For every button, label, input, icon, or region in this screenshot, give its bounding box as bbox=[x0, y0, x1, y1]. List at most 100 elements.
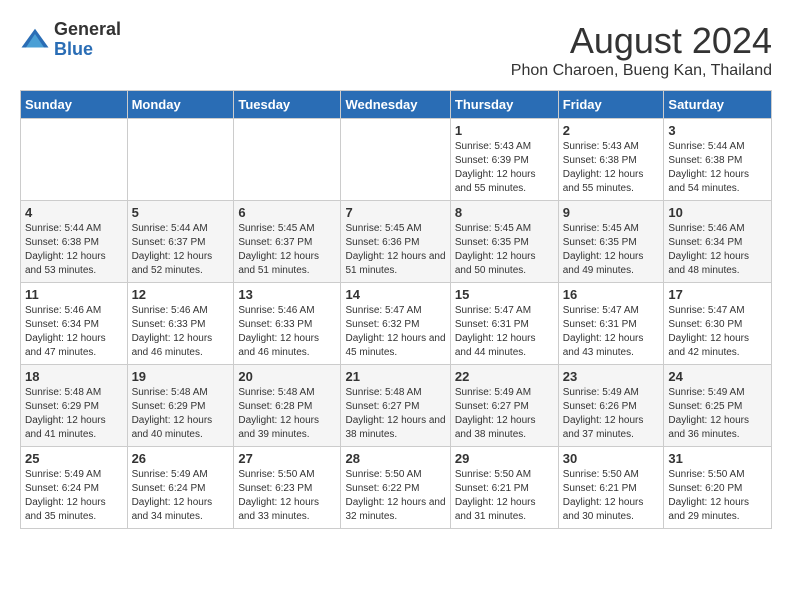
day-number: 5 bbox=[132, 205, 230, 220]
cell-info: Sunrise: 5:46 AMSunset: 6:34 PMDaylight:… bbox=[25, 304, 123, 360]
cell-info: Sunrise: 5:49 AMSunset: 6:25 PMDaylight:… bbox=[668, 386, 767, 442]
header-friday: Friday bbox=[558, 91, 664, 119]
calendar-cell: 26Sunrise: 5:49 AMSunset: 6:24 PMDayligh… bbox=[127, 447, 234, 529]
day-number: 20 bbox=[238, 369, 336, 384]
cell-info: Sunrise: 5:46 AMSunset: 6:34 PMDaylight:… bbox=[668, 222, 767, 278]
calendar-cell: 20 Sunrise: 5:48 AMSunset: 6:28 PMDayligh… bbox=[234, 365, 341, 447]
calendar-cell: 4 Sunrise: 5:44 AMSunset: 6:38 PMDaylight… bbox=[21, 201, 128, 283]
cell-info: Sunrise: 5:50 AMSunset: 6:21 PMDaylight:… bbox=[455, 468, 554, 524]
month-title: August 2024 bbox=[511, 20, 772, 62]
day-number: 2 bbox=[563, 123, 660, 138]
calendar-cell: 13 Sunrise: 5:46 AMSunset: 6:33 PMDayligh… bbox=[234, 283, 341, 365]
day-number: 18 bbox=[25, 369, 123, 384]
week-row-0: 1 Sunrise: 5:43 AMSunset: 6:39 PMDaylight… bbox=[21, 119, 772, 201]
cell-info: Sunrise: 5:47 AMSunset: 6:31 PMDaylight:… bbox=[455, 304, 554, 360]
cell-info: Sunrise: 5:48 AMSunset: 6:28 PMDaylight:… bbox=[238, 386, 336, 442]
cell-info: Sunrise: 5:43 AMSunset: 6:39 PMDaylight:… bbox=[455, 140, 554, 196]
cell-info: Sunrise: 5:50 AMSunset: 6:23 PMDaylight:… bbox=[238, 468, 336, 524]
calendar-cell: 5 Sunrise: 5:44 AMSunset: 6:37 PMDaylight… bbox=[127, 201, 234, 283]
calendar-cell: 25 Sunrise: 5:49 AMSunset: 6:24 PMDayligh… bbox=[21, 447, 128, 529]
calendar-cell: 30Sunrise: 5:50 AMSunset: 6:21 PMDayligh… bbox=[558, 447, 664, 529]
day-number: 16 bbox=[563, 287, 660, 302]
cell-info: Sunrise: 5:47 AMSunset: 6:30 PMDaylight:… bbox=[668, 304, 767, 360]
day-number: 14 bbox=[345, 287, 445, 302]
day-number: 30 bbox=[563, 451, 660, 466]
cell-info: Sunrise: 5:46 AMSunset: 6:33 PMDaylight:… bbox=[132, 304, 230, 360]
day-number: 9 bbox=[563, 205, 660, 220]
calendar-cell: 7 Sunrise: 5:45 AMSunset: 6:36 PMDaylight… bbox=[341, 201, 450, 283]
cell-info: Sunrise: 5:45 AMSunset: 6:36 PMDaylight:… bbox=[345, 222, 445, 278]
week-row-1: 4 Sunrise: 5:44 AMSunset: 6:38 PMDaylight… bbox=[21, 201, 772, 283]
calendar-cell: 3 Sunrise: 5:44 AMSunset: 6:38 PMDaylight… bbox=[664, 119, 772, 201]
calendar-cell: 15Sunrise: 5:47 AMSunset: 6:31 PMDayligh… bbox=[450, 283, 558, 365]
calendar-cell: 6 Sunrise: 5:45 AMSunset: 6:37 PMDaylight… bbox=[234, 201, 341, 283]
calendar-cell: 28Sunrise: 5:50 AMSunset: 6:22 PMDayligh… bbox=[341, 447, 450, 529]
day-number: 29 bbox=[455, 451, 554, 466]
calendar-cell: 16Sunrise: 5:47 AMSunset: 6:31 PMDayligh… bbox=[558, 283, 664, 365]
calendar-cell: 1 Sunrise: 5:43 AMSunset: 6:39 PMDaylight… bbox=[450, 119, 558, 201]
day-number: 12 bbox=[132, 287, 230, 302]
day-number: 7 bbox=[345, 205, 445, 220]
location-title: Phon Charoen, Bueng Kan, Thailand bbox=[511, 62, 772, 80]
calendar-cell: 9 Sunrise: 5:45 AMSunset: 6:35 PMDaylight… bbox=[558, 201, 664, 283]
calendar-table: SundayMondayTuesdayWednesdayThursdayFrid… bbox=[20, 90, 772, 529]
calendar-cell: 18 Sunrise: 5:48 AMSunset: 6:29 PMDayligh… bbox=[21, 365, 128, 447]
calendar-cell: 11Sunrise: 5:46 AMSunset: 6:34 PMDayligh… bbox=[21, 283, 128, 365]
calendar-cell bbox=[341, 119, 450, 201]
logo-blue: Blue bbox=[54, 40, 121, 60]
calendar-cell: 29 Sunrise: 5:50 AMSunset: 6:21 PMDayligh… bbox=[450, 447, 558, 529]
day-number: 19 bbox=[132, 369, 230, 384]
cell-info: Sunrise: 5:48 AMSunset: 6:27 PMDaylight:… bbox=[345, 386, 445, 442]
day-number: 1 bbox=[455, 123, 554, 138]
day-number: 25 bbox=[25, 451, 123, 466]
calendar-cell: 12 Sunrise: 5:46 AMSunset: 6:33 PMDayligh… bbox=[127, 283, 234, 365]
cell-info: Sunrise: 5:45 AMSunset: 6:35 PMDaylight:… bbox=[563, 222, 660, 278]
day-number: 3 bbox=[668, 123, 767, 138]
cell-info: Sunrise: 5:48 AMSunset: 6:29 PMDaylight:… bbox=[25, 386, 123, 442]
cell-info: Sunrise: 5:45 AMSunset: 6:35 PMDaylight:… bbox=[455, 222, 554, 278]
calendar-cell bbox=[234, 119, 341, 201]
calendar-cell: 2Sunrise: 5:43 AMSunset: 6:38 PMDaylight… bbox=[558, 119, 664, 201]
cell-info: Sunrise: 5:45 AMSunset: 6:37 PMDaylight:… bbox=[238, 222, 336, 278]
day-number: 21 bbox=[345, 369, 445, 384]
header-saturday: Saturday bbox=[664, 91, 772, 119]
logo: General Blue bbox=[20, 20, 121, 60]
calendar-cell: 24 Sunrise: 5:49 AMSunset: 6:25 PMDayligh… bbox=[664, 365, 772, 447]
cell-info: Sunrise: 5:49 AMSunset: 6:26 PMDaylight:… bbox=[563, 386, 660, 442]
calendar-cell: 19 Sunrise: 5:48 AMSunset: 6:29 PMDayligh… bbox=[127, 365, 234, 447]
day-number: 24 bbox=[668, 369, 767, 384]
cell-info: Sunrise: 5:44 AMSunset: 6:37 PMDaylight:… bbox=[132, 222, 230, 278]
cell-info: Sunrise: 5:49 AMSunset: 6:24 PMDaylight:… bbox=[25, 468, 123, 524]
cell-info: Sunrise: 5:44 AMSunset: 6:38 PMDaylight:… bbox=[668, 140, 767, 196]
day-number: 4 bbox=[25, 205, 123, 220]
week-row-3: 18 Sunrise: 5:48 AMSunset: 6:29 PMDayligh… bbox=[21, 365, 772, 447]
cell-info: Sunrise: 5:49 AMSunset: 6:27 PMDaylight:… bbox=[455, 386, 554, 442]
header-monday: Monday bbox=[127, 91, 234, 119]
header-thursday: Thursday bbox=[450, 91, 558, 119]
day-number: 22 bbox=[455, 369, 554, 384]
cell-info: Sunrise: 5:44 AMSunset: 6:38 PMDaylight:… bbox=[25, 222, 123, 278]
calendar-cell: 23Sunrise: 5:49 AMSunset: 6:26 PMDayligh… bbox=[558, 365, 664, 447]
day-number: 6 bbox=[238, 205, 336, 220]
header-wednesday: Wednesday bbox=[341, 91, 450, 119]
day-number: 13 bbox=[238, 287, 336, 302]
day-number: 17 bbox=[668, 287, 767, 302]
cell-info: Sunrise: 5:49 AMSunset: 6:24 PMDaylight:… bbox=[132, 468, 230, 524]
week-row-2: 11Sunrise: 5:46 AMSunset: 6:34 PMDayligh… bbox=[21, 283, 772, 365]
logo-icon bbox=[20, 25, 50, 55]
page-header: General Blue August 2024 Phon Charoen, B… bbox=[20, 20, 772, 80]
logo-text: General Blue bbox=[54, 20, 121, 60]
cell-info: Sunrise: 5:46 AMSunset: 6:33 PMDaylight:… bbox=[238, 304, 336, 360]
day-number: 28 bbox=[345, 451, 445, 466]
logo-general: General bbox=[54, 20, 121, 40]
title-block: August 2024 Phon Charoen, Bueng Kan, Tha… bbox=[511, 20, 772, 80]
cell-info: Sunrise: 5:47 AMSunset: 6:32 PMDaylight:… bbox=[345, 304, 445, 360]
calendar-cell: 10 Sunrise: 5:46 AMSunset: 6:34 PMDayligh… bbox=[664, 201, 772, 283]
calendar-cell: 22 Sunrise: 5:49 AMSunset: 6:27 PMDayligh… bbox=[450, 365, 558, 447]
cell-info: Sunrise: 5:48 AMSunset: 6:29 PMDaylight:… bbox=[132, 386, 230, 442]
calendar-cell bbox=[21, 119, 128, 201]
calendar-cell: 8Sunrise: 5:45 AMSunset: 6:35 PMDaylight… bbox=[450, 201, 558, 283]
calendar-cell: 31Sunrise: 5:50 AMSunset: 6:20 PMDayligh… bbox=[664, 447, 772, 529]
calendar-cell: 27Sunrise: 5:50 AMSunset: 6:23 PMDayligh… bbox=[234, 447, 341, 529]
day-number: 10 bbox=[668, 205, 767, 220]
